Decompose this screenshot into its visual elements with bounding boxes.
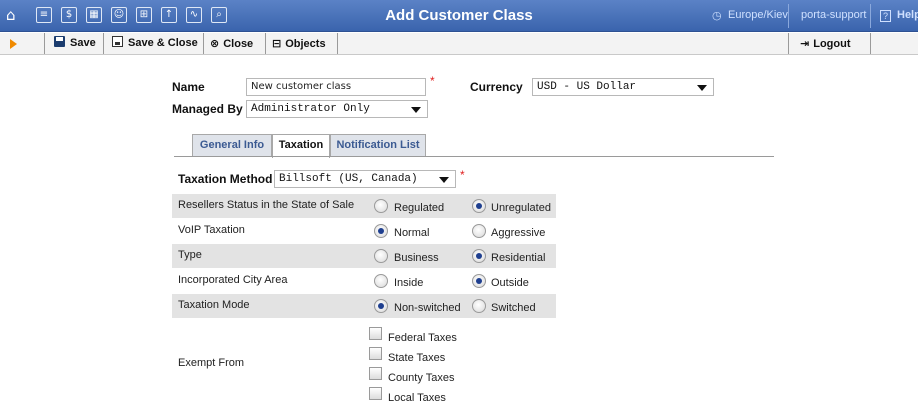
dollar-icon[interactable]: $ (61, 7, 77, 23)
timezone-link[interactable]: Europe/Kiev (728, 9, 788, 21)
row-label: Incorporated City Area (178, 274, 288, 286)
close-button[interactable]: ⊗ Close (210, 33, 253, 54)
managed-by-label: Managed By (172, 102, 243, 116)
checkbox-label: State Taxes (388, 352, 446, 364)
radio-aggressive[interactable] (472, 224, 486, 238)
currency-label: Currency (470, 80, 523, 94)
radio-label: Inside (394, 277, 424, 289)
logout-button[interactable]: ⇥ Logout (800, 33, 850, 54)
help-link[interactable]: Help (897, 9, 918, 21)
top-bar: ⌂ ≡ $ ▦ ☺ ⊞ ↑ ∿ ⌕ Add Customer Class ◷ E… (0, 0, 918, 32)
radio-label: Aggressive (491, 227, 546, 239)
objects-icon: ⊟ (272, 37, 282, 50)
radio-non-switched[interactable] (374, 299, 388, 313)
network-icon[interactable]: ⊞ (136, 7, 152, 23)
radio-label: Business (394, 252, 439, 264)
home-icon[interactable]: ⌂ (6, 6, 16, 24)
checkbox-label: Federal Taxes (388, 332, 457, 344)
radio-label: Non-switched (394, 302, 461, 314)
radio-outside[interactable] (472, 274, 486, 288)
chevron-down-icon (697, 85, 707, 91)
local-taxes-checkbox[interactable] (369, 387, 382, 400)
radio-label: Unregulated (491, 202, 551, 214)
objects-button[interactable]: ⊟ Objects (272, 33, 326, 54)
radio-unregulated[interactable] (472, 199, 486, 213)
close-icon: ⊗ (210, 37, 220, 50)
radio-label: Residential (491, 252, 546, 264)
county-taxes-checkbox[interactable] (369, 367, 382, 380)
user-link[interactable]: porta-support (801, 9, 866, 21)
save-button[interactable]: Save (54, 33, 96, 54)
divider (203, 33, 204, 54)
tab-underline (174, 156, 774, 157)
radio-label: Normal (394, 227, 430, 239)
federal-taxes-checkbox[interactable] (369, 327, 382, 340)
clock-icon: ◷ (712, 10, 722, 22)
logout-icon: ⇥ (800, 37, 810, 50)
currency-value: USD - US Dollar (537, 81, 637, 93)
save-icon (54, 36, 65, 47)
tab-taxation[interactable]: Taxation (272, 134, 330, 158)
radio-normal[interactable] (374, 224, 388, 238)
managed-by-value: Administrator Only (251, 103, 370, 115)
divider (337, 33, 338, 54)
chart-icon[interactable]: ∿ (186, 7, 202, 23)
radio-label: Switched (491, 302, 536, 314)
taxation-method-select[interactable]: Billsoft (US, Canada) (274, 170, 456, 188)
name-input[interactable]: New customer class (246, 78, 426, 96)
radio-regulated[interactable] (374, 199, 388, 213)
expand-arrow-icon[interactable] (10, 39, 17, 49)
state-taxes-checkbox[interactable] (369, 347, 382, 360)
grid-icon[interactable]: ▦ (86, 7, 102, 23)
radio-inside[interactable] (374, 274, 388, 288)
row-label: Taxation Mode (178, 299, 250, 311)
upload-icon[interactable]: ↑ (161, 7, 177, 23)
person-icon[interactable]: ☺ (111, 7, 127, 23)
radio-label: Outside (491, 277, 529, 289)
row-label: VoIP Taxation (178, 224, 245, 236)
radio-residential[interactable] (472, 249, 486, 263)
list-icon[interactable]: ≡ (36, 7, 52, 23)
required-mark: * (460, 168, 465, 182)
row-label: Resellers Status in the State of Sale (178, 199, 355, 211)
chevron-down-icon (439, 177, 449, 183)
divider (265, 33, 266, 54)
exempt-from-label: Exempt From (178, 357, 245, 369)
name-label: Name (172, 80, 205, 94)
radio-business[interactable] (374, 249, 388, 263)
managed-by-select[interactable]: Administrator Only (246, 100, 428, 118)
checkbox-label: County Taxes (388, 372, 455, 384)
taxation-method-label: Taxation Method (178, 172, 273, 186)
tab-general-info[interactable]: General Info (192, 134, 272, 157)
divider (870, 33, 871, 54)
toolbar: Save Save & Close ⊗ Close ⊟ Objects ⇥ Logou… (0, 33, 918, 55)
taxation-method-value: Billsoft (US, Canada) (279, 173, 418, 185)
currency-select[interactable]: USD - US Dollar (532, 78, 714, 96)
save-close-icon (112, 36, 123, 47)
divider (44, 33, 45, 54)
save-close-button[interactable]: Save & Close (112, 33, 198, 54)
divider (870, 4, 871, 28)
radio-label: Regulated (394, 202, 445, 214)
row-label: Type (178, 249, 202, 261)
divider (788, 33, 789, 54)
required-mark: * (430, 74, 435, 88)
divider (788, 4, 789, 28)
checkbox-label: Local Taxes (388, 392, 446, 404)
tab-notification-list[interactable]: Notification List (330, 134, 426, 157)
help-icon[interactable]: ? (880, 10, 892, 22)
radio-switched[interactable] (472, 299, 486, 313)
search-icon[interactable]: ⌕ (211, 7, 227, 23)
chevron-down-icon (411, 107, 421, 113)
divider (103, 33, 104, 54)
